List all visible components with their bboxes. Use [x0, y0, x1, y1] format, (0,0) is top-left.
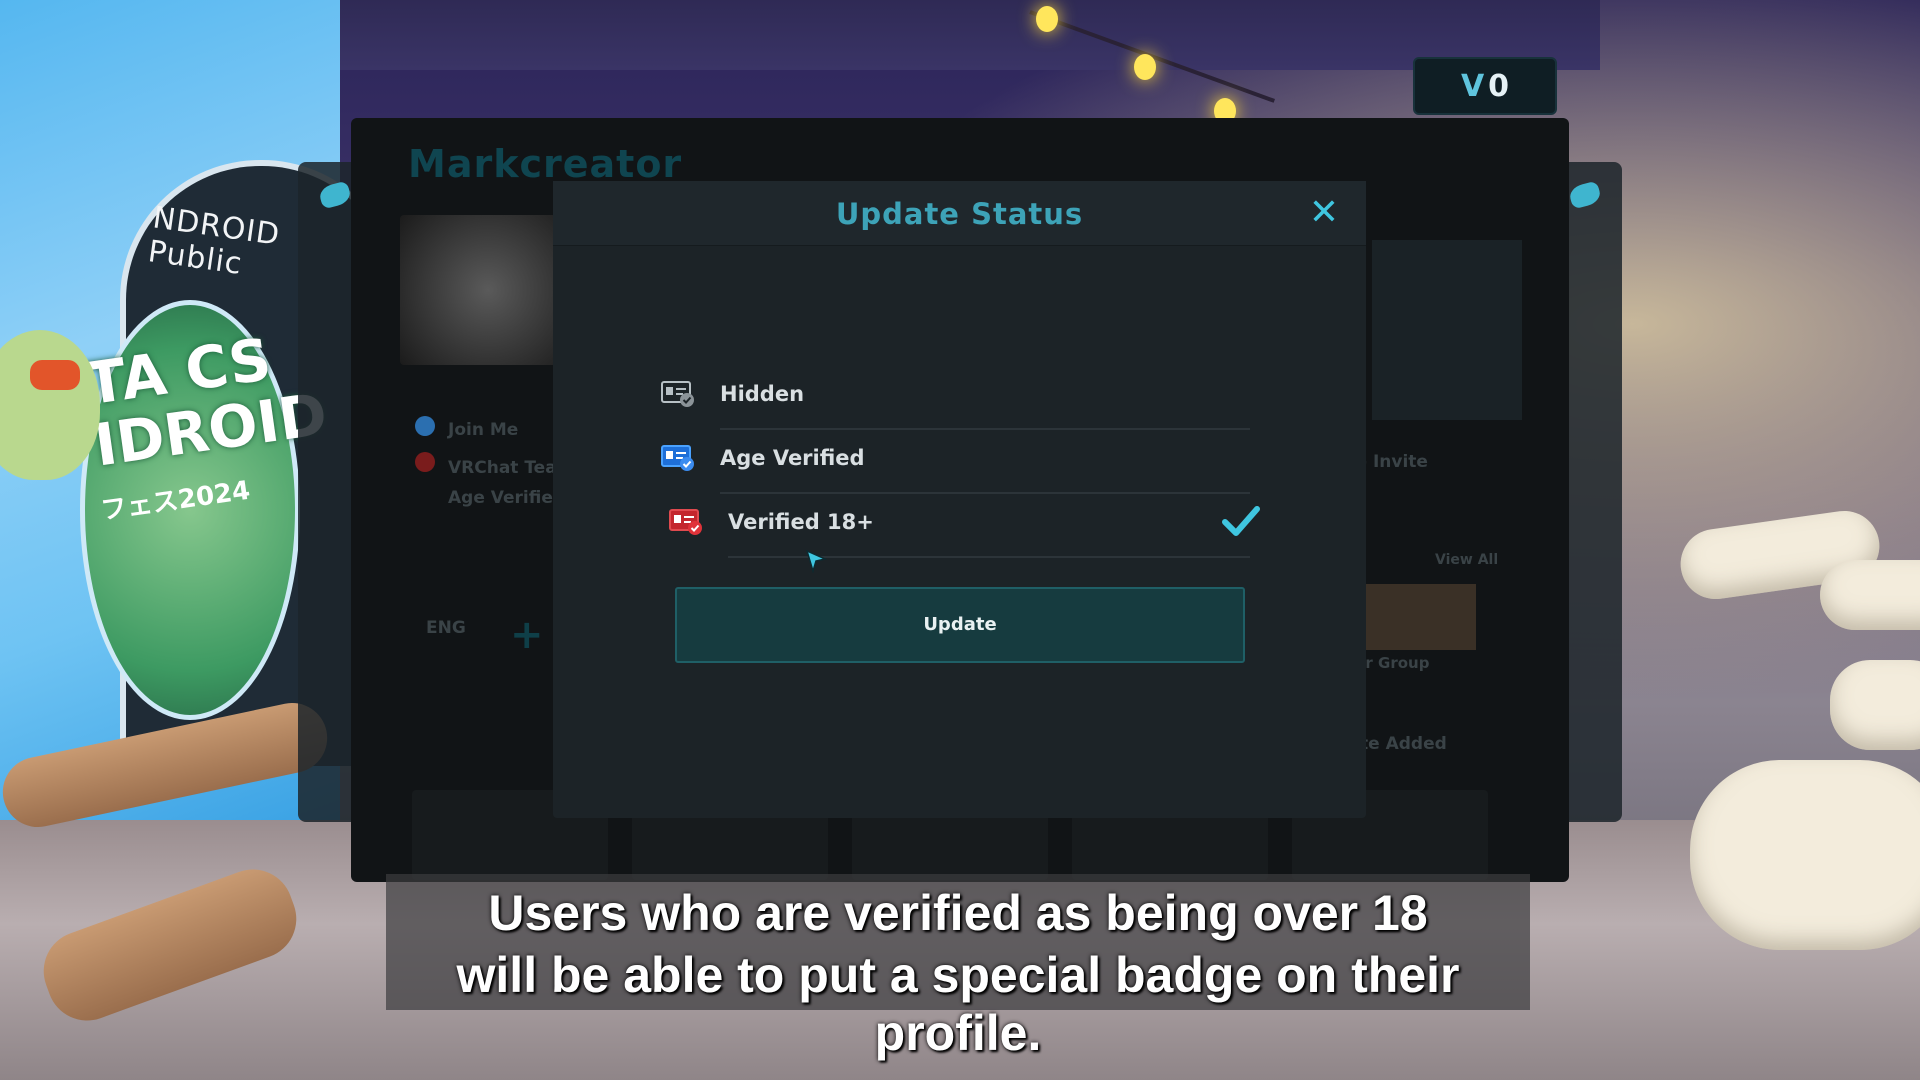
id-card-red-icon	[669, 509, 702, 535]
currency-value: 0	[1488, 68, 1510, 104]
light-bulb	[1134, 54, 1156, 80]
option-label: Hidden	[720, 382, 805, 406]
option-label: Verified 18+	[728, 510, 874, 534]
add-language-icon[interactable]: +	[510, 612, 544, 658]
subtitle-line-2: will be able to put a special badge on t…	[456, 947, 1460, 1061]
close-icon[interactable]: ✕	[1307, 195, 1341, 231]
ceiling-beam	[300, 0, 1600, 70]
vrc-credit-icon: V	[1460, 68, 1485, 104]
sort-label: te Added	[1360, 734, 1447, 754]
right-status: - Invite	[1360, 452, 1428, 472]
profile-name: Markcreator	[408, 142, 683, 186]
poster-title: TA CS IDROID	[81, 325, 332, 480]
cushion	[1820, 560, 1920, 630]
update-status-dialog: Update Status ✕ Hidden Age Verified Veri…	[553, 181, 1366, 818]
profile-rank: VRChat Tea	[448, 458, 557, 478]
profile-badge: Age Verifie	[448, 488, 553, 508]
language-tag: ENG	[426, 618, 466, 638]
subtitle-caption: Users who are verified as being over 18 …	[386, 874, 1530, 1061]
id-card-gray-icon	[661, 381, 694, 407]
status-dot	[415, 416, 435, 436]
option-age-verified[interactable]: Age Verified	[661, 430, 1250, 494]
vrchat-logo-icon	[317, 180, 353, 210]
dialog-title: Update Status	[835, 197, 1084, 231]
profile-status: Join Me	[448, 420, 519, 440]
rank-dot	[415, 452, 435, 472]
world-thumbnail	[1372, 240, 1522, 420]
cushion	[1690, 760, 1920, 950]
event-poster: NDROID Public TA CS IDROID フェス2024	[0, 0, 402, 820]
view-all-link[interactable]: View All	[1435, 552, 1498, 568]
light-bulb	[1036, 6, 1058, 32]
vrchat-logo-icon	[1567, 180, 1603, 210]
id-card-blue-icon	[661, 445, 694, 471]
profile-avatar	[400, 215, 560, 365]
group-thumbnail	[1366, 584, 1476, 650]
cushion	[1830, 660, 1920, 750]
mascot-bow	[30, 360, 80, 390]
group-label: rr Group	[1358, 654, 1430, 672]
subtitle-line-1: Users who are verified as being over 18	[488, 885, 1428, 941]
checkmark-icon	[1222, 506, 1260, 536]
pointer-cursor-icon	[805, 549, 827, 573]
option-label: Age Verified	[720, 446, 865, 470]
update-button[interactable]: Update	[675, 587, 1245, 663]
dialog-header: Update Status ✕	[553, 181, 1366, 246]
currency-badge: V 0	[1413, 57, 1557, 115]
option-verified-18-plus[interactable]: Verified 18+	[661, 494, 1260, 558]
option-hidden[interactable]: Hidden	[661, 366, 1250, 430]
